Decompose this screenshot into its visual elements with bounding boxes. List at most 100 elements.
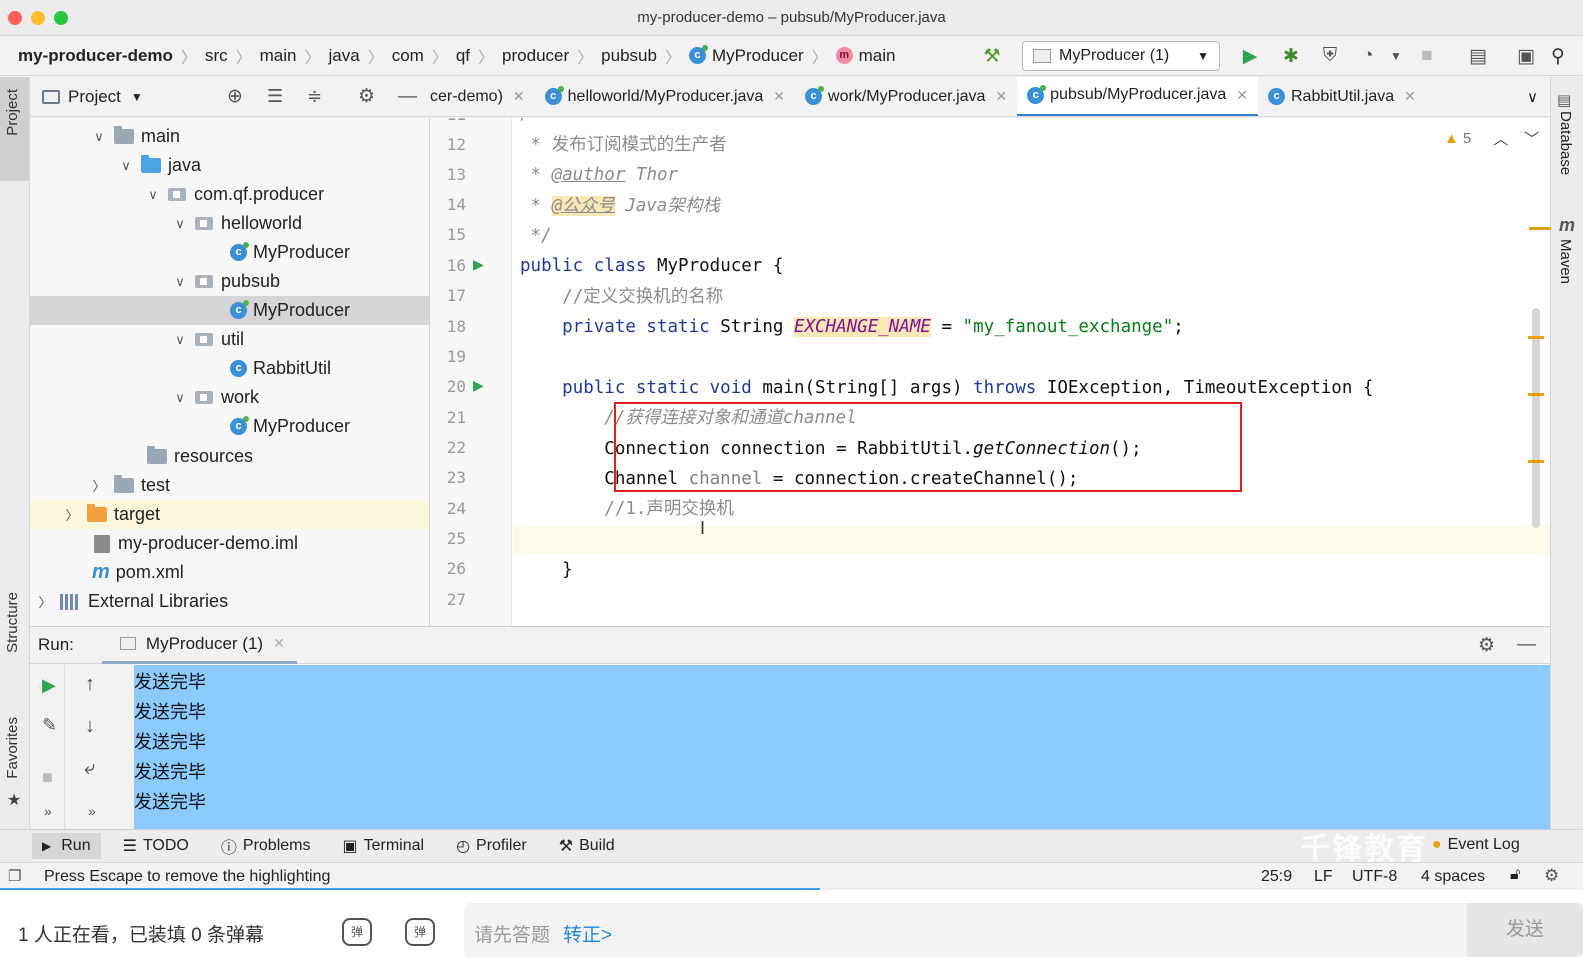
editor-scrollbar[interactable] <box>1532 308 1540 528</box>
chevron-down-icon[interactable]: ∨ <box>146 187 160 203</box>
coverage-icon[interactable]: ⛨ <box>1318 44 1342 68</box>
breadcrumb-producer[interactable]: producer <box>502 46 569 66</box>
tabs-overflow-chevron-icon[interactable]: ∨ <box>1527 88 1550 106</box>
close-icon[interactable]: ✕ <box>995 88 1007 105</box>
tree-item-java[interactable]: ∨ java <box>30 151 429 180</box>
soft-wrap-icon[interactable]: ⤶ <box>84 757 95 780</box>
profiler-tool-button[interactable]: ◴ Profiler <box>456 836 527 856</box>
tree-item-external-libraries[interactable]: 〉 External Libraries <box>30 587 429 616</box>
hide-panel-icon[interactable]: — <box>1517 634 1536 656</box>
chevron-down-icon[interactable]: ∨ <box>173 390 187 406</box>
breadcrumb-method[interactable]: main <box>859 46 896 66</box>
favorites-side-tab[interactable]: Favorites <box>4 717 21 779</box>
breadcrumb-qf[interactable]: qf <box>456 46 470 66</box>
danmaku-settings-icon[interactable]: 弹 <box>405 918 435 946</box>
tree-item-work-myproducer[interactable]: c MyProducer <box>30 412 429 441</box>
stop-icon[interactable]: ■ <box>42 767 53 788</box>
run-gutter-icon[interactable]: ▶ <box>473 377 484 394</box>
tab-rabbitutil[interactable]: c RabbitUtil.java ✕ <box>1258 77 1426 116</box>
unlock-icon[interactable]: 🔓︎ <box>1510 866 1520 884</box>
problems-tool-button[interactable]: ⓘ Problems <box>221 834 311 858</box>
previous-highlight-icon[interactable]: ︿ <box>1493 128 1508 149</box>
tree-item-rabbitutil[interactable]: c RabbitUtil <box>30 354 429 383</box>
send-button[interactable]: 发送 <box>1467 903 1583 957</box>
search-icon[interactable]: ⚲ <box>1546 44 1570 68</box>
run-gutter-icon[interactable]: ▶ <box>473 256 484 273</box>
toggle-tool-windows-icon[interactable]: ❐ <box>8 867 21 885</box>
tab-work-myproducer[interactable]: c work/MyProducer.java ✕ <box>795 77 1017 116</box>
rerun-icon[interactable]: ▶ <box>42 675 56 696</box>
run-tab-myproducer[interactable]: MyProducer (1) ✕ <box>101 627 297 664</box>
tree-item-work[interactable]: ∨ work <box>30 383 429 412</box>
chevron-right-icon[interactable]: 〉 <box>65 505 79 524</box>
run-icon[interactable]: ▶ <box>1238 44 1262 68</box>
tree-item-pom[interactable]: m pom.xml <box>30 558 429 587</box>
inspection-widget[interactable]: ▲ 5 ︿ ﹀ <box>1444 128 1539 149</box>
tree-item-target[interactable]: 〉 target <box>30 500 429 529</box>
tab-pubsub-myproducer[interactable]: c pubsub/MyProducer.java ✕ <box>1017 77 1258 116</box>
chevron-right-icon[interactable]: 〉 <box>38 592 52 611</box>
run-configuration-select[interactable]: MyProducer (1) ▼ <box>1022 41 1220 71</box>
tree-item-test[interactable]: 〉 test <box>30 471 429 500</box>
project-view-chevron-icon[interactable]: ▼ <box>131 90 143 104</box>
run-tool-button[interactable]: ▶ Run <box>32 833 101 859</box>
tree-item-helloworld-myproducer[interactable]: c MyProducer <box>30 238 429 267</box>
code-editor[interactable]: 11 12 13 14 15 16 17 18 19 20 21 22 23 2… <box>430 118 1550 626</box>
chevron-down-icon[interactable]: ∨ <box>173 274 187 290</box>
chevron-down-icon[interactable]: ∨ <box>173 332 187 348</box>
profile-icon[interactable]: ◔ <box>1356 44 1380 68</box>
file-encoding[interactable]: UTF-8 <box>1352 868 1397 886</box>
breadcrumb-src[interactable]: src <box>205 46 228 66</box>
more-icon[interactable]: » <box>44 803 52 819</box>
debug-bug-icon[interactable]: ✱ <box>1279 44 1303 68</box>
breadcrumb-java[interactable]: java <box>329 46 360 66</box>
tree-item-util[interactable]: ∨ util <box>30 325 429 354</box>
event-log-button[interactable]: ● Event Log <box>1432 836 1520 854</box>
line-separator[interactable]: LF <box>1314 868 1333 886</box>
close-icon[interactable]: ✕ <box>273 635 285 652</box>
collapse-all-icon[interactable]: ≑ <box>307 86 322 107</box>
chevron-right-icon[interactable]: 〉 <box>92 476 106 495</box>
close-icon[interactable]: ✕ <box>1236 87 1248 104</box>
close-icon[interactable]: ✕ <box>1404 88 1416 105</box>
tree-item-resources[interactable]: resources <box>30 442 429 471</box>
todo-tool-button[interactable]: ☰ TODO <box>123 836 189 856</box>
danmaku-toggle-icon[interactable]: 弹 <box>342 918 372 946</box>
stop-icon[interactable]: ■ <box>1415 44 1439 68</box>
tree-item-helloworld[interactable]: ∨ helloworld <box>30 209 429 238</box>
project-side-tab[interactable]: Project <box>4 89 21 136</box>
project-structure-icon[interactable]: ▤ <box>1466 44 1490 68</box>
inspector-icon[interactable]: ⚙ <box>1544 866 1559 886</box>
expand-all-icon[interactable]: ☰ <box>267 86 283 107</box>
settings-gear-icon[interactable]: ⚙ <box>1478 634 1495 657</box>
caret-position[interactable]: 25:9 <box>1261 868 1292 886</box>
breadcrumb-com[interactable]: com <box>392 46 424 66</box>
breadcrumb-pubsub[interactable]: pubsub <box>601 46 657 66</box>
chevron-down-icon[interactable]: ∨ <box>173 216 187 232</box>
structure-side-tab[interactable]: Structure <box>4 592 21 653</box>
danmaku-input[interactable]: 请先答题 转正> 发送 <box>464 903 1583 957</box>
locate-file-icon[interactable]: ⊕ <box>227 85 243 108</box>
tree-item-pubsub-myproducer[interactable]: c MyProducer <box>30 296 429 325</box>
database-side-tab[interactable]: Database <box>1557 111 1574 175</box>
layout-icon[interactable]: ▣ <box>1514 44 1538 68</box>
tree-item-main[interactable]: ∨ main <box>30 122 429 151</box>
more-run-chevron-icon[interactable]: ▼ <box>1384 44 1408 68</box>
build-hammer-icon[interactable]: ⚒ <box>980 44 1004 68</box>
chevron-down-icon[interactable]: ∨ <box>119 158 133 174</box>
console-output[interactable]: 发送完毕 发送完毕 发送完毕 发送完毕 发送完毕 <box>134 665 1550 829</box>
maven-side-tab[interactable]: Maven <box>1557 239 1574 284</box>
indent-setting[interactable]: 4 spaces <box>1421 868 1485 886</box>
close-icon[interactable]: ✕ <box>773 88 785 105</box>
tab-helloworld-myproducer[interactable]: c helloworld/MyProducer.java ✕ <box>535 77 795 116</box>
become-member-link[interactable]: 转正> <box>563 920 612 947</box>
tree-item-pubsub[interactable]: ∨ pubsub <box>30 267 429 296</box>
settings-gear-icon[interactable]: ⚙ <box>358 85 375 108</box>
modify-config-wrench-icon[interactable]: ✎ <box>42 715 57 736</box>
breadcrumb-class[interactable]: MyProducer <box>712 46 804 66</box>
build-tool-button[interactable]: ⚒ Build <box>559 836 615 856</box>
next-highlight-icon[interactable]: ﹀ <box>1524 128 1539 149</box>
breadcrumb-main[interactable]: main <box>260 46 297 66</box>
arrow-down-icon[interactable]: ↓ <box>85 715 95 738</box>
error-stripe-mark[interactable] <box>1528 336 1544 339</box>
